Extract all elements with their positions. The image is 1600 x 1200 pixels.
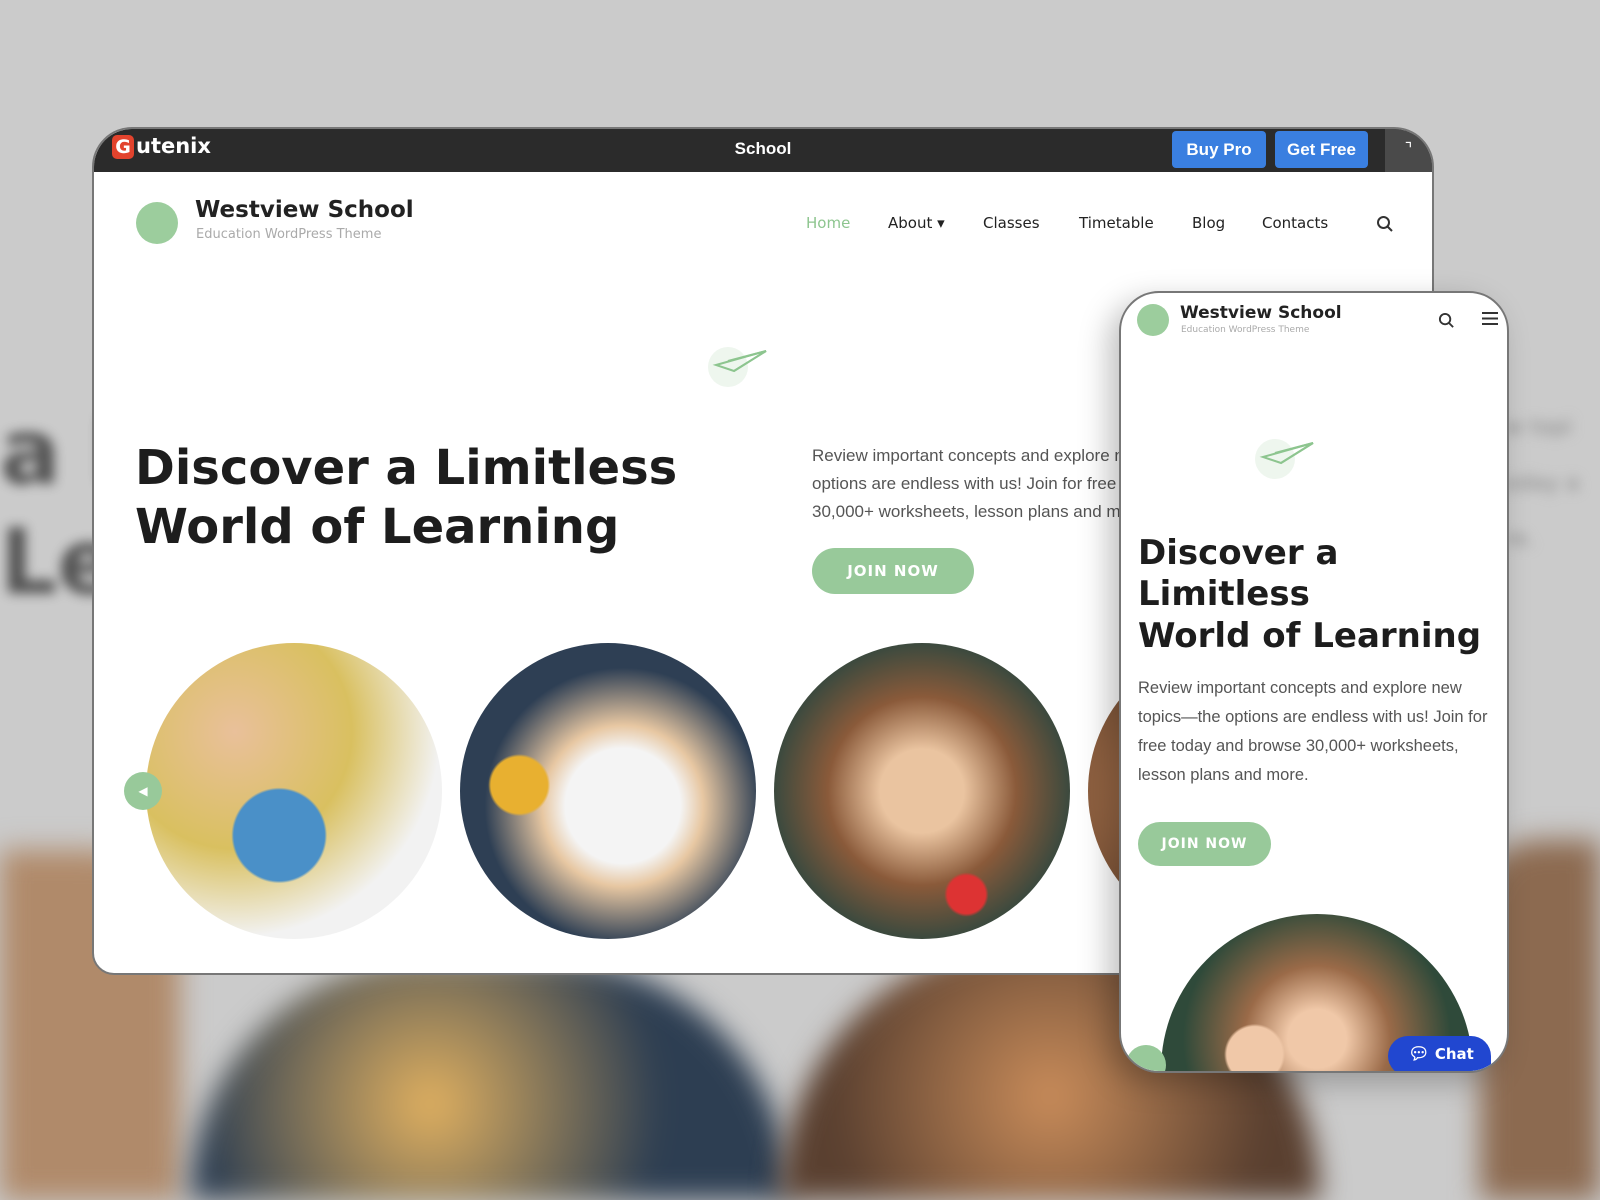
nav-classes[interactable]: Classes bbox=[983, 214, 1040, 232]
background-text: w topi oday a re. bbox=[1505, 400, 1597, 568]
carousel-prev-button[interactable] bbox=[1126, 1045, 1166, 1071]
background-text-line: w topi bbox=[1505, 415, 1573, 440]
hero-heading-line: World of Learning bbox=[1138, 615, 1482, 656]
nav-home[interactable]: Home bbox=[806, 214, 850, 232]
hero-heading: Discover a Limitless World of Learning bbox=[135, 439, 677, 556]
get-free-button[interactable]: Get Free bbox=[1275, 131, 1368, 168]
hero-paragraph: Review important concepts and explore ne… bbox=[1138, 679, 1488, 784]
nav-about[interactable]: About ▾ bbox=[888, 214, 945, 232]
class-photo-students bbox=[774, 643, 1070, 939]
background-text-line: oday a bbox=[1505, 471, 1580, 496]
buy-pro-button[interactable]: Buy Pro bbox=[1172, 131, 1266, 168]
fullscreen-icon[interactable]: ⌝ bbox=[1385, 129, 1432, 172]
chat-label: Chat bbox=[1434, 1045, 1474, 1063]
search-icon[interactable] bbox=[1376, 215, 1394, 233]
nav-blog[interactable]: Blog bbox=[1192, 214, 1225, 232]
site-title[interactable]: Westview School bbox=[1180, 303, 1342, 323]
hero-heading-line: Discover a Limitless bbox=[1138, 533, 1339, 615]
hamburger-menu-icon[interactable] bbox=[1482, 311, 1498, 326]
join-now-button[interactable]: JOIN NOW bbox=[812, 548, 974, 594]
site-logo-icon[interactable] bbox=[1137, 304, 1169, 336]
preview-topbar: G utenix School Buy Pro Get Free ⌝ bbox=[94, 129, 1432, 172]
hero-heading-line: Discover a Limitless bbox=[135, 440, 678, 496]
nav-contacts[interactable]: Contacts bbox=[1262, 214, 1328, 232]
nav-timetable[interactable]: Timetable bbox=[1079, 214, 1154, 232]
background-text-line: re. bbox=[1505, 527, 1535, 552]
hero-heading: Discover a Limitless World of Learning bbox=[1138, 533, 1507, 657]
chat-button[interactable]: 💬︎ Chat bbox=[1388, 1036, 1491, 1071]
class-photo-globe bbox=[146, 643, 442, 939]
paper-plane-icon bbox=[1255, 439, 1314, 479]
chat-bubble-icon: 💬︎ bbox=[1408, 1044, 1430, 1064]
search-icon[interactable] bbox=[1438, 312, 1455, 329]
site-logo-icon[interactable] bbox=[136, 202, 178, 244]
carousel-prev-button[interactable]: ◀ bbox=[124, 772, 162, 810]
background-photo bbox=[190, 960, 790, 1200]
site-title[interactable]: Westview School bbox=[195, 197, 414, 223]
paper-plane-icon bbox=[708, 347, 767, 387]
mobile-preview: Westview School Education WordPress Them… bbox=[1119, 291, 1509, 1073]
site-subtitle: Education WordPress Theme bbox=[196, 227, 382, 242]
class-photo-chemistry bbox=[460, 643, 756, 939]
hero-heading-line: World of Learning bbox=[135, 498, 620, 555]
site-subtitle: Education WordPress Theme bbox=[1181, 325, 1310, 335]
join-now-button[interactable]: JOIN NOW bbox=[1138, 822, 1271, 866]
